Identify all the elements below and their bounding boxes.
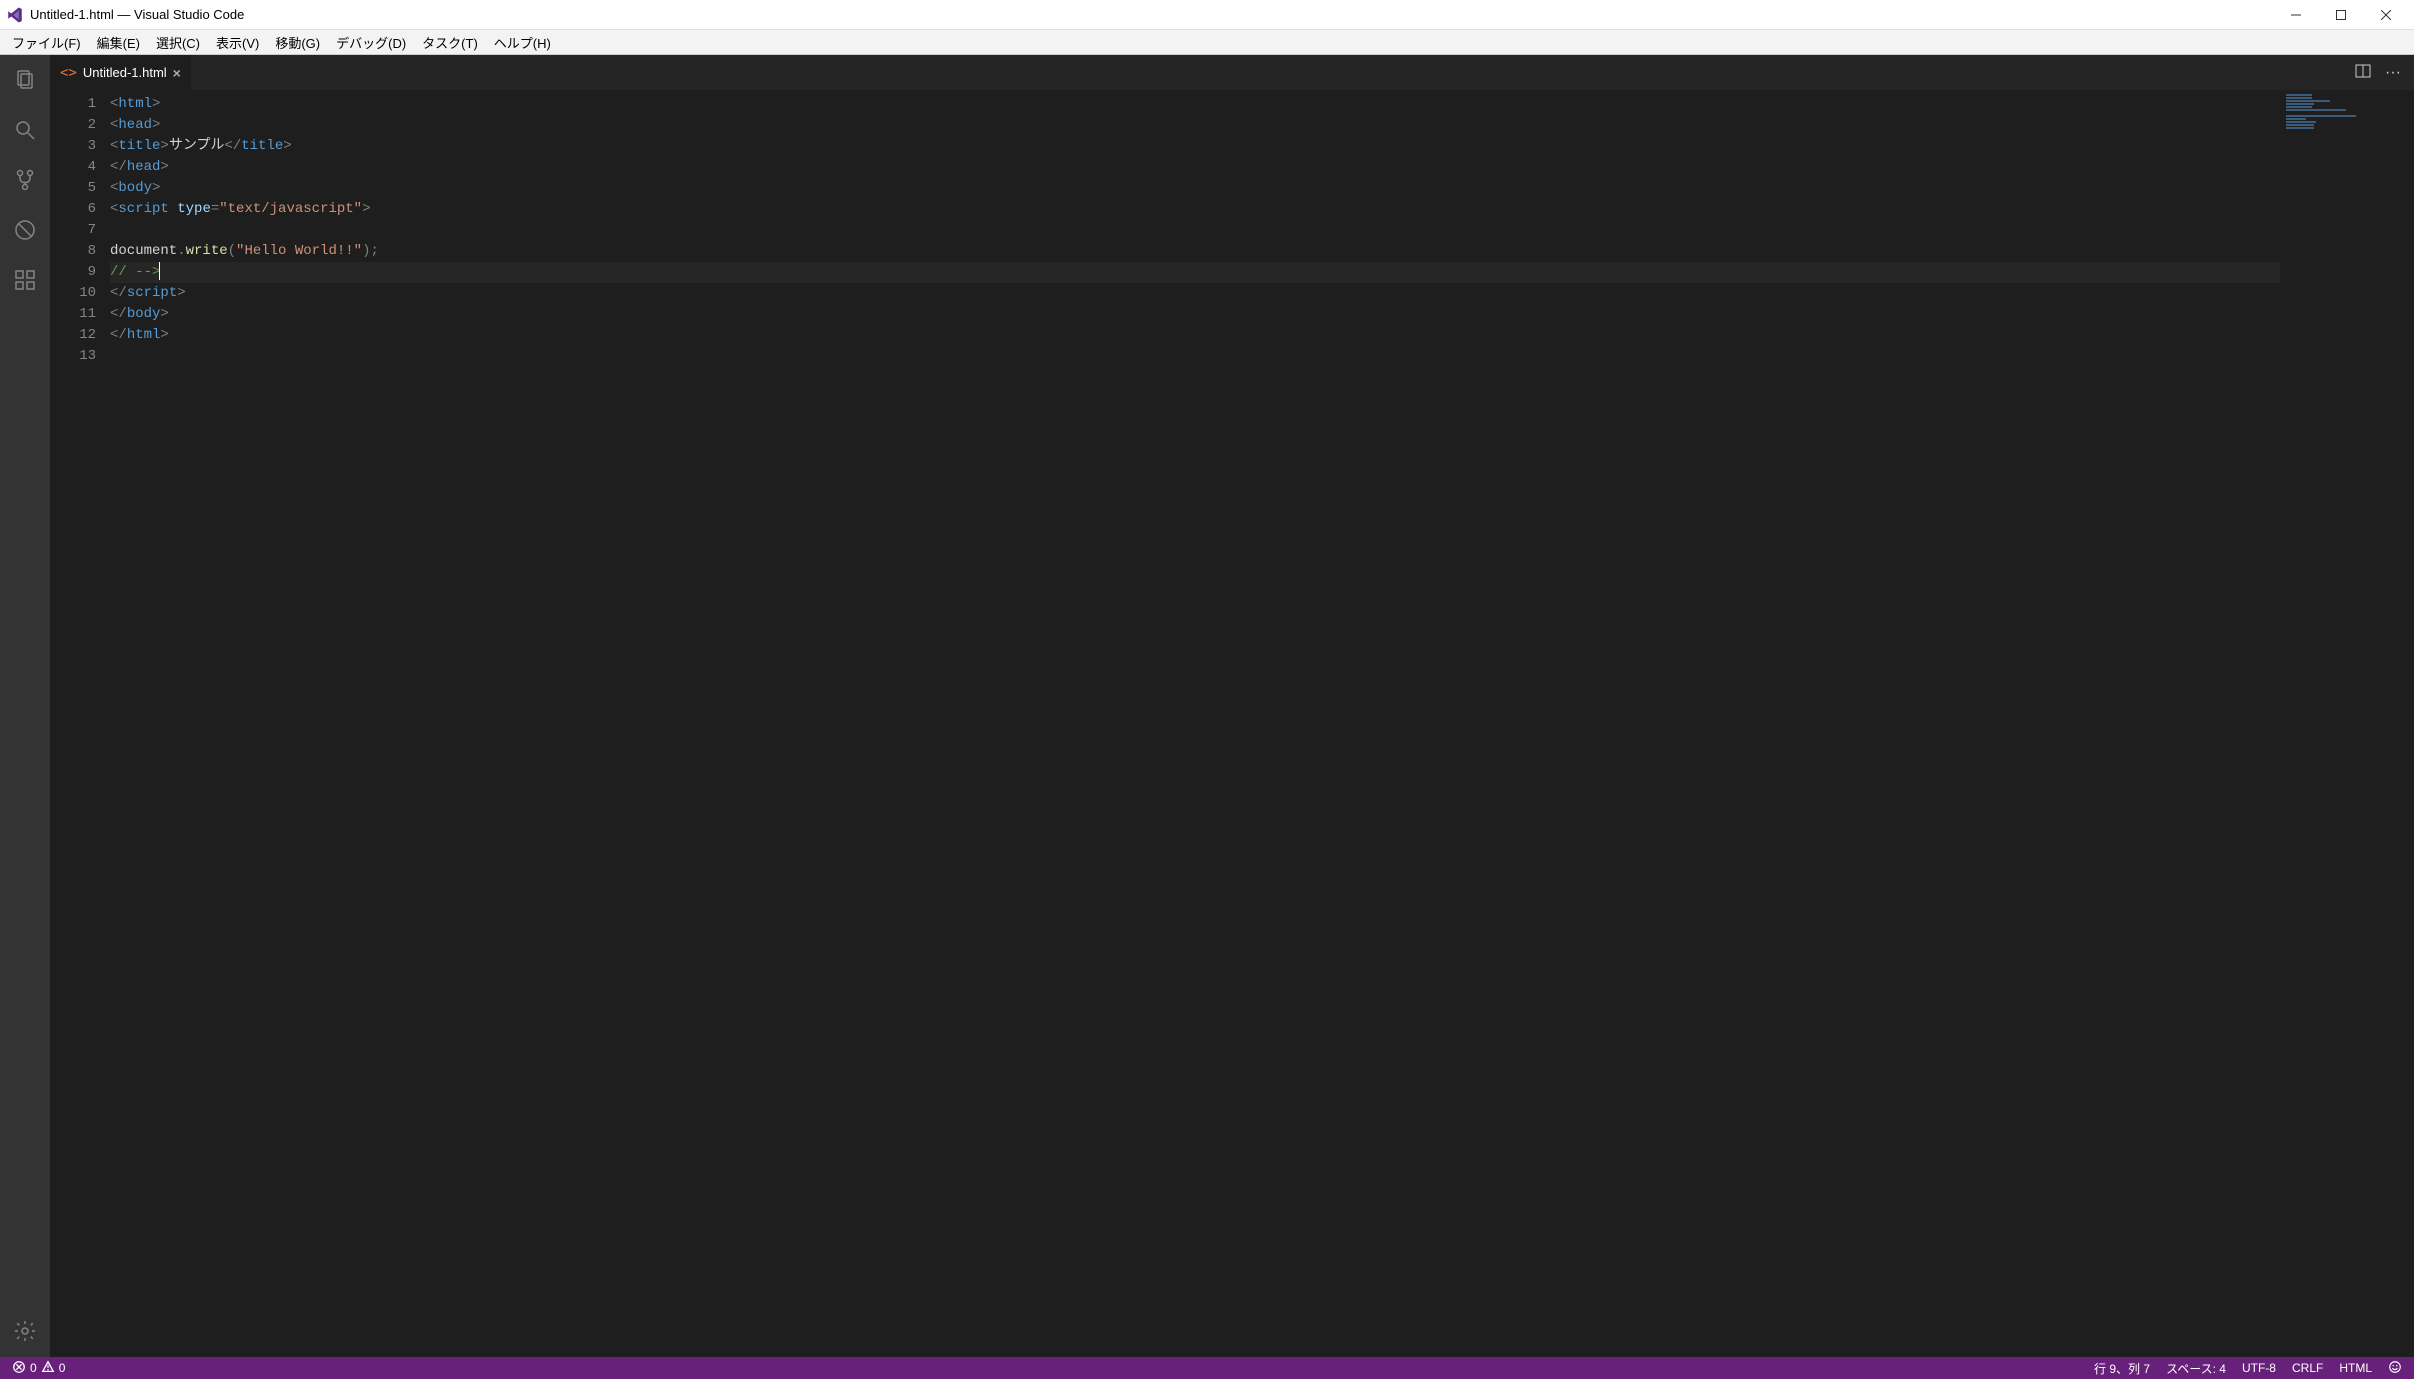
status-feedback[interactable] — [2382, 1360, 2408, 1377]
activity-bar — [0, 55, 50, 1357]
code-line[interactable]: </html> — [110, 325, 2414, 346]
title-bar: Untitled-1.html — Visual Studio Code — [0, 0, 2414, 30]
maximize-button[interactable] — [2318, 0, 2363, 30]
vscode-logo-icon — [6, 6, 24, 24]
more-actions-button[interactable]: ··· — [2382, 62, 2404, 84]
code-line[interactable]: </head> — [110, 157, 2414, 178]
menu-bar: ファイル(F) 編集(E) 選択(C) 表示(V) 移動(G) デバッグ(D) … — [0, 30, 2414, 55]
line-number: 6 — [50, 199, 96, 220]
code-line[interactable] — [110, 346, 2414, 367]
code-line[interactable]: <body> — [110, 178, 2414, 199]
menu-view[interactable]: 表示(V) — [208, 31, 267, 54]
tab-untitled-1[interactable]: <> Untitled-1.html × — [50, 55, 191, 90]
status-encoding[interactable]: UTF-8 — [2236, 1361, 2282, 1375]
tab-close-icon[interactable]: × — [173, 65, 181, 81]
code-editor[interactable]: 12345678910111213 <html><head><title>サンプ… — [50, 90, 2414, 1357]
status-cursor-position[interactable]: 行 9、列 7 — [2088, 1360, 2156, 1377]
line-number: 5 — [50, 178, 96, 199]
menu-debug[interactable]: デバッグ(D) — [328, 31, 414, 54]
gear-icon — [13, 1319, 37, 1346]
line-number: 13 — [50, 346, 96, 367]
code-content[interactable]: <html><head><title>サンプル</title></head><b… — [110, 90, 2414, 1357]
menu-go[interactable]: 移動(G) — [267, 31, 328, 54]
code-line[interactable]: <html> — [110, 94, 2414, 115]
line-number-gutter: 12345678910111213 — [50, 90, 110, 1357]
line-number: 9 — [50, 262, 96, 283]
menu-file[interactable]: ファイル(F) — [4, 31, 89, 54]
smiley-icon — [2388, 1360, 2402, 1377]
editor-actions: ··· — [2352, 62, 2414, 84]
error-count: 0 — [30, 1361, 37, 1375]
activity-debug[interactable] — [0, 205, 50, 255]
code-line[interactable] — [110, 220, 2414, 241]
code-line[interactable]: <title>サンプル</title> — [110, 136, 2414, 157]
window-controls — [2273, 0, 2408, 30]
line-number: 7 — [50, 220, 96, 241]
line-number: 11 — [50, 304, 96, 325]
line-number: 8 — [50, 241, 96, 262]
window-title: Untitled-1.html — Visual Studio Code — [30, 7, 2273, 22]
code-line[interactable]: document.write("Hello World!!"); — [110, 241, 2414, 262]
tab-filename: Untitled-1.html — [83, 65, 167, 80]
tab-bar: <> Untitled-1.html × ··· — [50, 55, 2414, 90]
split-editor-button[interactable] — [2352, 62, 2374, 84]
code-line[interactable]: <head> — [110, 115, 2414, 136]
ellipsis-icon: ··· — [2385, 64, 2401, 82]
line-number: 10 — [50, 283, 96, 304]
text-cursor — [159, 262, 160, 280]
line-number: 12 — [50, 325, 96, 346]
line-number: 2 — [50, 115, 96, 136]
status-indent[interactable]: スペース: 4 — [2160, 1360, 2232, 1377]
error-icon — [12, 1360, 26, 1377]
line-number: 4 — [50, 157, 96, 178]
status-eol[interactable]: CRLF — [2286, 1361, 2329, 1375]
code-line[interactable]: </script> — [110, 283, 2414, 304]
activity-extensions[interactable] — [0, 255, 50, 305]
menu-task[interactable]: タスク(T) — [414, 31, 486, 54]
split-icon — [2355, 63, 2371, 82]
overview-ruler[interactable] — [2400, 90, 2414, 1357]
line-number: 3 — [50, 136, 96, 157]
menu-select[interactable]: 選択(C) — [148, 31, 208, 54]
status-errors[interactable]: 0 0 — [6, 1360, 71, 1377]
code-line[interactable]: // --> — [110, 262, 2414, 283]
main-area: <> Untitled-1.html × ··· 12345678 — [0, 55, 2414, 1357]
status-bar: 0 0 行 9、列 7 スペース: 4 UTF-8 CRLF HTML — [0, 1357, 2414, 1379]
vscode-window: Untitled-1.html — Visual Studio Code ファイ… — [0, 0, 2414, 1379]
html-file-icon: <> — [60, 65, 77, 81]
code-line[interactable]: </body> — [110, 304, 2414, 325]
code-line[interactable]: <script type="text/javascript"> — [110, 199, 2414, 220]
warning-icon — [41, 1360, 55, 1377]
menu-edit[interactable]: 編集(E) — [89, 31, 148, 54]
editor-area: <> Untitled-1.html × ··· 12345678 — [50, 55, 2414, 1357]
minimize-button[interactable] — [2273, 0, 2318, 30]
close-button[interactable] — [2363, 0, 2408, 30]
activity-scm[interactable] — [0, 155, 50, 205]
menu-help[interactable]: ヘルプ(H) — [486, 31, 559, 54]
activity-explorer[interactable] — [0, 55, 50, 105]
activity-search[interactable] — [0, 105, 50, 155]
warning-count: 0 — [59, 1361, 66, 1375]
status-language[interactable]: HTML — [2333, 1361, 2378, 1375]
line-number: 1 — [50, 94, 96, 115]
activity-settings[interactable] — [0, 1307, 50, 1357]
